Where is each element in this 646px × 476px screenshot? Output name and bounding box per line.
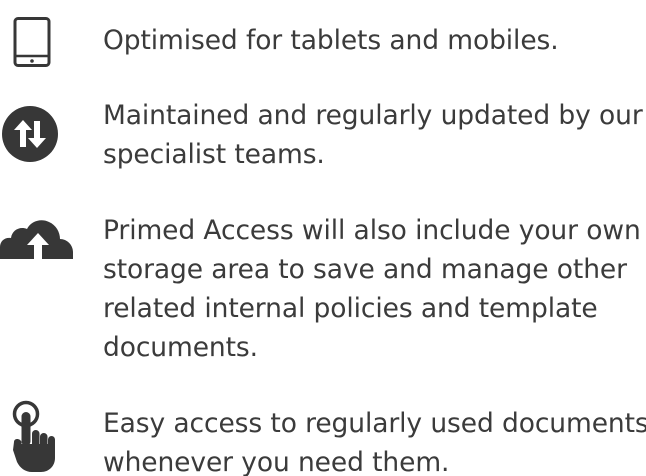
feature-storage: Primed Access will also include your own…: [0, 205, 646, 380]
feature-line: Easy access to regularly used documents: [103, 408, 646, 439]
feature-text: Easy access to regularly used documents …: [103, 404, 646, 476]
feature-text: Optimised for tablets and mobiles.: [103, 21, 643, 60]
tablet-icon: [13, 17, 51, 67]
feature-tablet: Optimised for tablets and mobiles.: [0, 0, 646, 80]
cloud-upload-icon: [0, 220, 73, 259]
feature-line: documents.: [103, 332, 258, 363]
sync-arrows-icon: [2, 106, 58, 162]
feature-text: Maintained and regularly updated by our …: [103, 96, 643, 174]
feature-line: whenever you need them.: [103, 447, 450, 476]
feature-line: Maintained and regularly updated by our: [103, 100, 643, 131]
feature-line: specialist teams.: [103, 139, 325, 170]
feature-text: Primed Access will also include your own…: [103, 211, 643, 367]
feature-line: storage area to save and manage other: [103, 254, 627, 285]
page: { "colors": { "icon": "#373737", "text":…: [0, 0, 646, 476]
feature-line: related internal policies and template: [103, 293, 598, 324]
touch-pointer-icon: [12, 400, 55, 472]
feature-line: Primed Access will also include your own: [103, 215, 641, 246]
feature-updates: Maintained and regularly updated by our …: [0, 88, 646, 198]
feature-line: Optimised for tablets and mobiles.: [103, 25, 559, 56]
feature-easy-access: Easy access to regularly used documents …: [0, 394, 646, 476]
